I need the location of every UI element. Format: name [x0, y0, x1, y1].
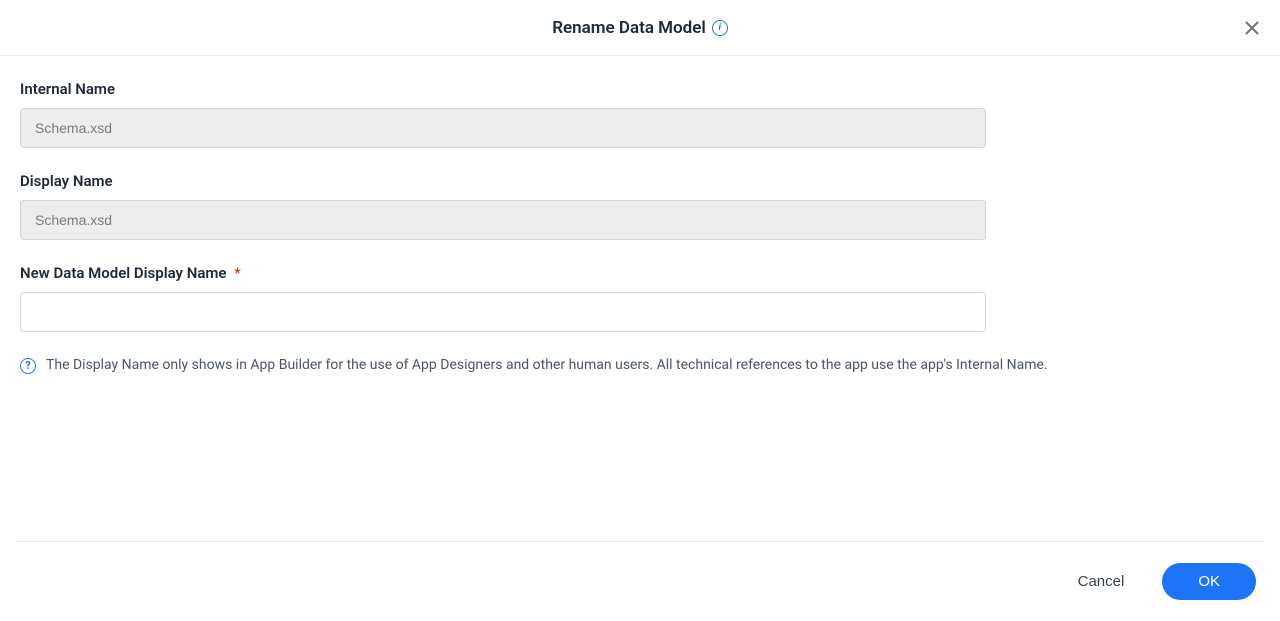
- info-icon[interactable]: i: [712, 20, 728, 36]
- form-group-new-display-name: New Data Model Display Name *: [20, 264, 1260, 332]
- new-display-name-input[interactable]: [20, 292, 986, 332]
- close-button[interactable]: [1240, 16, 1264, 40]
- close-icon: [1244, 20, 1260, 36]
- help-row: ? The Display Name only shows in App Bui…: [20, 356, 1260, 376]
- dialog-body: Internal Name Display Name New Data Mode…: [0, 56, 1280, 376]
- cancel-button[interactable]: Cancel: [1074, 565, 1129, 598]
- internal-name-label: Internal Name: [20, 80, 1260, 98]
- form-group-internal-name: Internal Name: [20, 80, 1260, 148]
- display-name-label: Display Name: [20, 172, 1260, 190]
- help-text: The Display Name only shows in App Build…: [46, 356, 1048, 376]
- required-indicator: *: [234, 264, 240, 282]
- dialog-title-text: Rename Data Model: [552, 18, 706, 38]
- new-display-name-label-text: New Data Model Display Name: [20, 264, 227, 282]
- dialog-header: Rename Data Model i: [0, 0, 1280, 56]
- internal-name-input: [20, 108, 986, 148]
- dialog-footer: Cancel OK: [16, 541, 1264, 621]
- ok-button[interactable]: OK: [1162, 563, 1256, 600]
- new-display-name-label: New Data Model Display Name *: [20, 264, 1260, 282]
- display-name-input: [20, 200, 986, 240]
- form-group-display-name: Display Name: [20, 172, 1260, 240]
- dialog-title: Rename Data Model i: [552, 18, 728, 38]
- help-icon: ?: [20, 358, 36, 374]
